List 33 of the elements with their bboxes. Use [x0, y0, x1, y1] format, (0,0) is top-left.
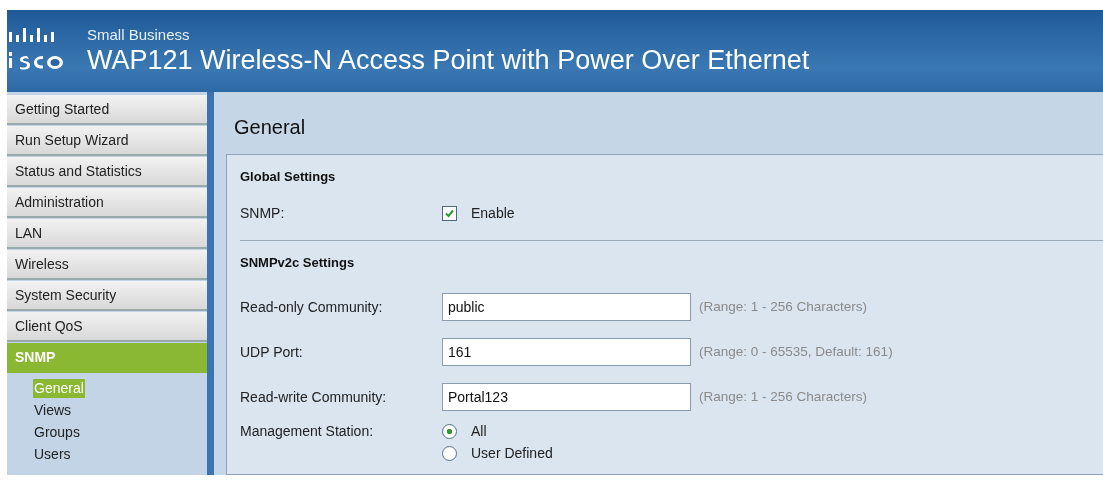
- nav-item[interactable]: Status and Statistics: [7, 157, 207, 187]
- range-hint: (Range: 0 - 65535, Default: 161): [699, 344, 893, 359]
- product-title: WAP121 Wireless-N Access Point with Power Over Ethernet: [87, 45, 810, 76]
- nav-subitem[interactable]: Views: [33, 401, 73, 420]
- brand-text: Small Business: [87, 26, 191, 43]
- page-title: General: [233, 115, 307, 140]
- nav-item[interactable]: Client QoS: [7, 312, 207, 342]
- input-field[interactable]: public: [442, 292, 691, 321]
- range-hint: (Range: 1 - 256 Characters): [699, 299, 868, 314]
- nav-subitem[interactable]: Groups: [33, 423, 81, 442]
- field-label: Read-write Community:: [240, 388, 388, 405]
- input-field[interactable]: Portal123: [442, 382, 691, 411]
- section-heading: SNMPv2c Settings: [240, 255, 356, 270]
- field-label: Management Station:: [240, 423, 375, 439]
- field-label: UDP Port:: [240, 343, 304, 360]
- radio-label: All: [471, 423, 487, 439]
- nav-item[interactable]: Administration: [7, 188, 207, 218]
- radio-label: User Defined: [471, 445, 553, 461]
- nav-item[interactable]: Getting Started: [7, 95, 207, 125]
- section-heading: Global Settings: [240, 169, 337, 184]
- range-hint: (Range: 1 - 256 Characters): [699, 389, 868, 404]
- field-label: SNMP:: [240, 205, 286, 221]
- nav-item[interactable]: System Security: [7, 281, 207, 311]
- nav-item[interactable]: LAN: [7, 219, 207, 249]
- input-field[interactable]: 161: [442, 337, 691, 366]
- checkbox-label: Enable: [471, 205, 515, 221]
- nav-item[interactable]: Wireless: [7, 250, 207, 280]
- checkbox[interactable]: [442, 205, 457, 221]
- nav-item[interactable]: Run Setup Wizard: [7, 126, 207, 156]
- field-label: Read-only Community:: [240, 298, 384, 315]
- nav-subitem[interactable]: Users: [33, 445, 72, 464]
- radio-button[interactable]: [442, 445, 457, 461]
- radio-button[interactable]: [442, 423, 457, 439]
